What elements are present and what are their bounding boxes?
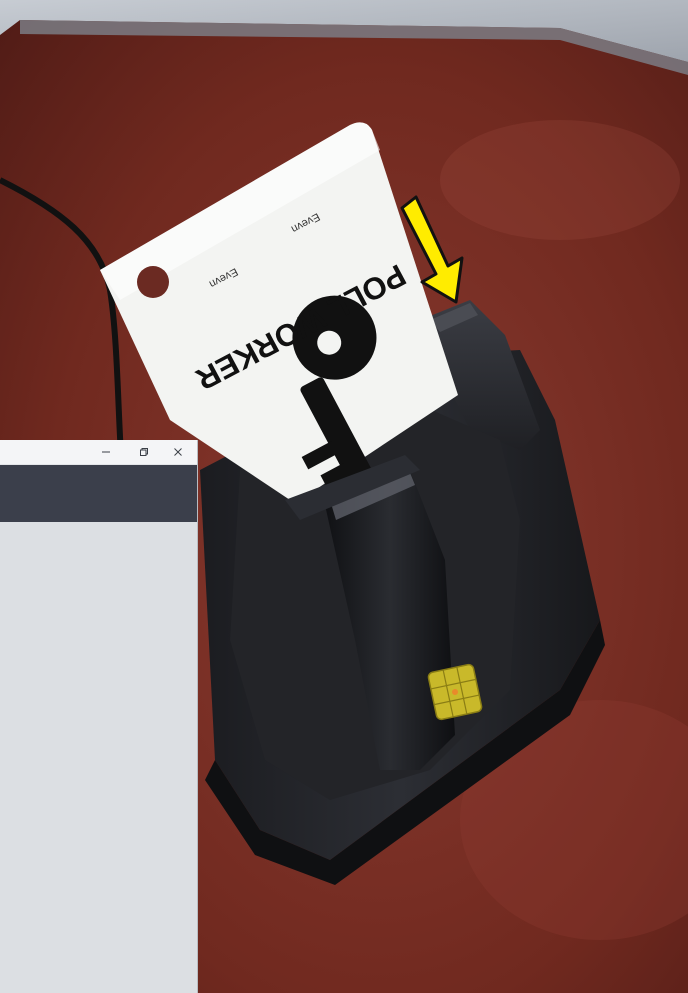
- app-content-area: [0, 522, 197, 993]
- app-header-bar: [0, 465, 197, 522]
- minimize-icon[interactable]: [93, 440, 119, 464]
- restore-icon[interactable]: [131, 440, 157, 464]
- close-icon[interactable]: [165, 440, 191, 464]
- title-bar[interactable]: [0, 440, 197, 465]
- app-window: [0, 440, 197, 993]
